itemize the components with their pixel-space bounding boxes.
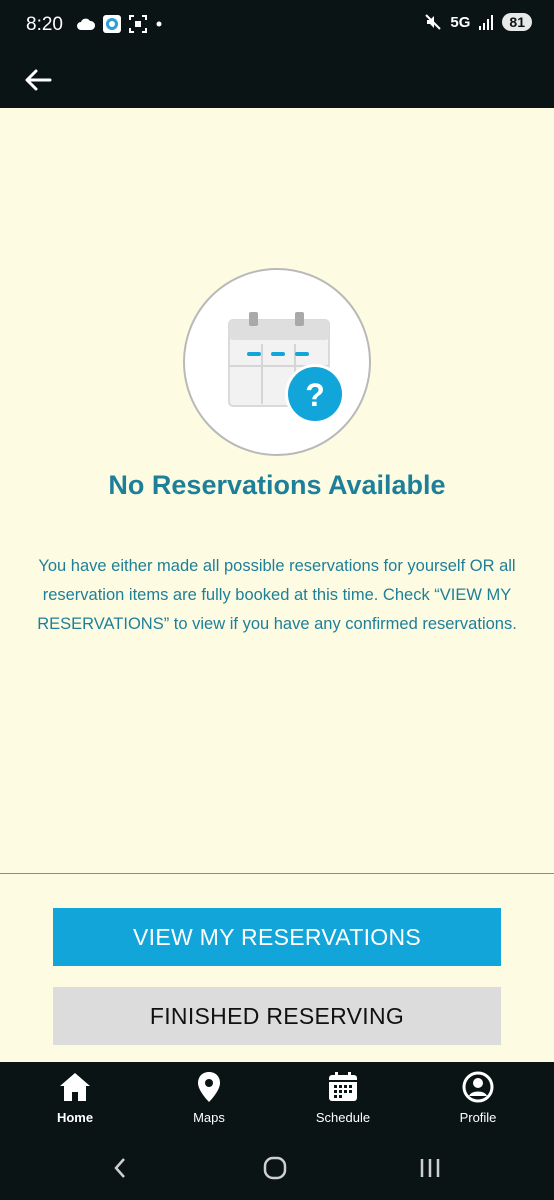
- back-button[interactable]: [20, 62, 56, 98]
- nav-item-profile[interactable]: Profile: [430, 1070, 526, 1132]
- home-circle-icon: [263, 1156, 287, 1180]
- empty-state-illustration: ?: [183, 268, 371, 456]
- screenshot-icon: [129, 15, 147, 33]
- arrow-left-icon: [25, 69, 52, 91]
- view-my-reservations-button[interactable]: VIEW MY RESERVATIONS: [53, 908, 501, 966]
- status-time: 8:20: [26, 14, 63, 35]
- app-notification-icon: [103, 15, 121, 33]
- nav-item-maps[interactable]: Maps: [161, 1070, 257, 1132]
- empty-state-title: No Reservations Available: [108, 470, 446, 500]
- empty-state-message: You have either made all possible reserv…: [37, 557, 517, 633]
- system-nav-bar: [0, 1136, 554, 1200]
- nav-label-maps: Maps: [193, 1110, 225, 1125]
- map-pin-icon: [192, 1070, 226, 1104]
- system-recents-button[interactable]: [410, 1152, 450, 1184]
- nav-label-profile: Profile: [459, 1110, 497, 1125]
- home-icon: [58, 1070, 92, 1104]
- recents-icon: [420, 1159, 440, 1177]
- svg-text:?: ?: [305, 377, 325, 413]
- cloud-icon: [77, 18, 96, 30]
- status-bar: 8:20 5G 81: [0, 0, 554, 52]
- signal-icon: [479, 15, 494, 30]
- divider: [0, 873, 554, 874]
- status-right-icons: 5G 81: [424, 13, 532, 31]
- profile-icon: [461, 1070, 495, 1104]
- nav-label-home: Home: [56, 1110, 94, 1125]
- bottom-nav: Home Maps Schedule Profile: [0, 1062, 554, 1136]
- nav-label-schedule: Schedule: [315, 1110, 371, 1125]
- network-type: 5G: [450, 13, 471, 31]
- nav-item-home[interactable]: Home: [27, 1070, 123, 1132]
- calendar-icon: [326, 1070, 360, 1104]
- app-bar: [0, 52, 554, 108]
- mute-icon: [425, 14, 442, 30]
- nav-item-schedule[interactable]: Schedule: [295, 1070, 391, 1132]
- dot-icon: [156, 21, 162, 27]
- calendar-question-icon: ?: [228, 312, 345, 424]
- finished-reserving-button[interactable]: FINISHED RESERVING: [53, 987, 501, 1045]
- system-home-button[interactable]: [255, 1152, 295, 1184]
- system-back-button[interactable]: [100, 1152, 140, 1184]
- back-chevron-icon: [114, 1158, 125, 1178]
- status-left-icons: [76, 14, 164, 34]
- battery-level: 81: [502, 13, 532, 31]
